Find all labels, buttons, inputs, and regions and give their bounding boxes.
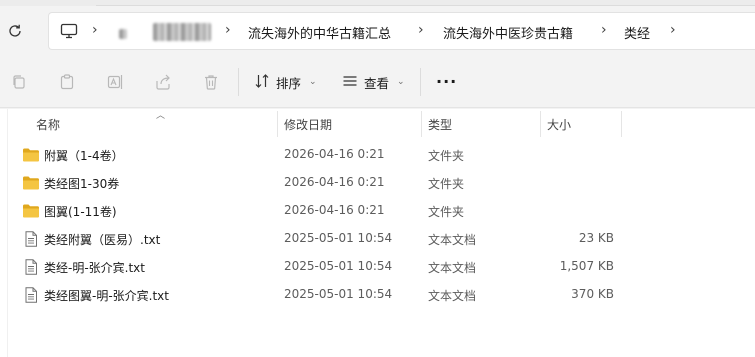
file-size: 370 KB [571, 287, 614, 301]
file-modified-date: 2026-04-16 0:21 [284, 147, 385, 161]
file-size: 23 KB [578, 231, 614, 245]
column-header-name[interactable]: 名称 [36, 116, 60, 133]
sort-icon [254, 73, 270, 92]
toolbar-separator [420, 68, 421, 96]
file-name[interactable]: 类经图翼-明-张介宾.txt [44, 287, 169, 304]
address-bar[interactable]: › › 流失海外的中华古籍汇总 › 流失海外中医珍贵古籍 › 类经 › [48, 12, 755, 50]
column-header-size[interactable]: 大小 [547, 116, 571, 133]
file-modified-date: 2025-05-01 10:54 [284, 287, 393, 301]
column-divider[interactable] [421, 111, 422, 137]
file-type: 文本文档 [428, 233, 477, 247]
column-header-type[interactable]: 类型 [428, 116, 452, 133]
file-type: 文本文档 [428, 289, 477, 303]
sort-button[interactable]: 排序 ⌄ [254, 70, 317, 94]
view-button[interactable]: 查看 ⌄ [342, 70, 405, 94]
file-modified-date: 2026-04-16 0:21 [284, 203, 385, 217]
chevron-down-icon: ⌄ [397, 77, 405, 87]
file-name[interactable]: 类经附翼（医易）.txt [44, 231, 160, 248]
column-header-date[interactable]: 修改日期 [284, 116, 332, 133]
file-name[interactable]: 类经-明-张介宾.txt [44, 259, 145, 276]
breadcrumb-item-current[interactable]: 类经 [624, 23, 650, 42]
breadcrumb-chevron-icon[interactable]: › [225, 22, 231, 38]
redacted-breadcrumb [119, 29, 127, 39]
folder-icon [22, 203, 40, 219]
column-header-row: ︿ 名称 修改日期 类型 大小 [8, 109, 755, 137]
file-name[interactable]: 类经图1-30券 [44, 175, 119, 192]
file-name[interactable]: 图翼(1-11卷) [44, 203, 117, 220]
command-bar: 排序 ⌄ 查看 ⌄ ··· [0, 56, 755, 108]
file-modified-date: 2026-04-16 0:21 [284, 175, 385, 189]
text-file-icon [22, 287, 40, 303]
sort-label: 排序 [276, 75, 302, 91]
text-file-icon [22, 259, 40, 275]
paste-icon[interactable] [57, 72, 77, 92]
refresh-icon[interactable] [4, 20, 26, 42]
view-label: 查看 [364, 75, 390, 91]
column-divider[interactable] [277, 111, 278, 137]
file-type: 文本文档 [428, 261, 477, 275]
navigation-pane-edge [0, 109, 8, 357]
copy-icon[interactable] [9, 72, 29, 92]
file-row[interactable]: 类经图翼-明-张介宾.txt 2025-05-01 10:54 文本文档 370 KB [8, 281, 755, 309]
delete-icon[interactable] [201, 72, 221, 92]
redacted-breadcrumb [153, 23, 211, 41]
breadcrumb-chevron-icon[interactable]: › [670, 22, 676, 38]
file-type: 文件夹 [428, 205, 465, 219]
breadcrumb-item[interactable]: 流失海外的中华古籍汇总 [248, 23, 391, 42]
file-modified-date: 2025-05-01 10:54 [284, 231, 393, 245]
view-icon [342, 73, 358, 92]
folder-icon [22, 147, 40, 163]
this-pc-icon[interactable] [60, 23, 78, 39]
file-row[interactable]: 类经附翼（医易）.txt 2025-05-01 10:54 文本文档 23 KB [8, 225, 755, 253]
file-row[interactable]: 图翼(1-11卷) 2026-04-16 0:21 文件夹 [8, 197, 755, 225]
breadcrumb-chevron-icon[interactable]: › [601, 22, 607, 38]
file-size: 1,507 KB [559, 259, 614, 273]
text-file-icon [22, 231, 40, 247]
breadcrumb-item[interactable]: 流失海外中医珍贵古籍 [443, 23, 573, 42]
rename-icon[interactable] [105, 72, 125, 92]
toolbar-separator [238, 68, 239, 96]
chevron-down-icon: ⌄ [309, 77, 317, 87]
sort-ascending-icon: ︿ [156, 111, 166, 121]
column-divider[interactable] [540, 111, 541, 137]
navigation-row: › › 流失海外的中华古籍汇总 › 流失海外中医珍贵古籍 › 类经 › [0, 6, 755, 56]
file-row[interactable]: 附翼（1-4卷） 2026-04-16 0:21 文件夹 [8, 141, 755, 169]
breadcrumb-chevron-icon[interactable]: › [92, 22, 98, 38]
file-row[interactable]: 类经-明-张介宾.txt 2025-05-01 10:54 文本文档 1,507 KB [8, 253, 755, 281]
file-type: 文件夹 [428, 149, 465, 163]
file-modified-date: 2025-05-01 10:54 [284, 259, 393, 273]
file-type: 文件夹 [428, 177, 465, 191]
breadcrumb-chevron-icon[interactable]: › [418, 22, 424, 38]
more-options-button[interactable]: ··· [436, 72, 457, 91]
file-name[interactable]: 附翼（1-4卷） [44, 147, 124, 164]
folder-icon [22, 175, 40, 191]
column-divider[interactable] [621, 111, 622, 137]
file-row[interactable]: 类经图1-30券 2026-04-16 0:21 文件夹 [8, 169, 755, 197]
file-list: ︿ 名称 修改日期 类型 大小 附翼（1-4卷） 2026-04-16 0:21 文… [0, 109, 755, 357]
share-icon[interactable] [153, 72, 173, 92]
